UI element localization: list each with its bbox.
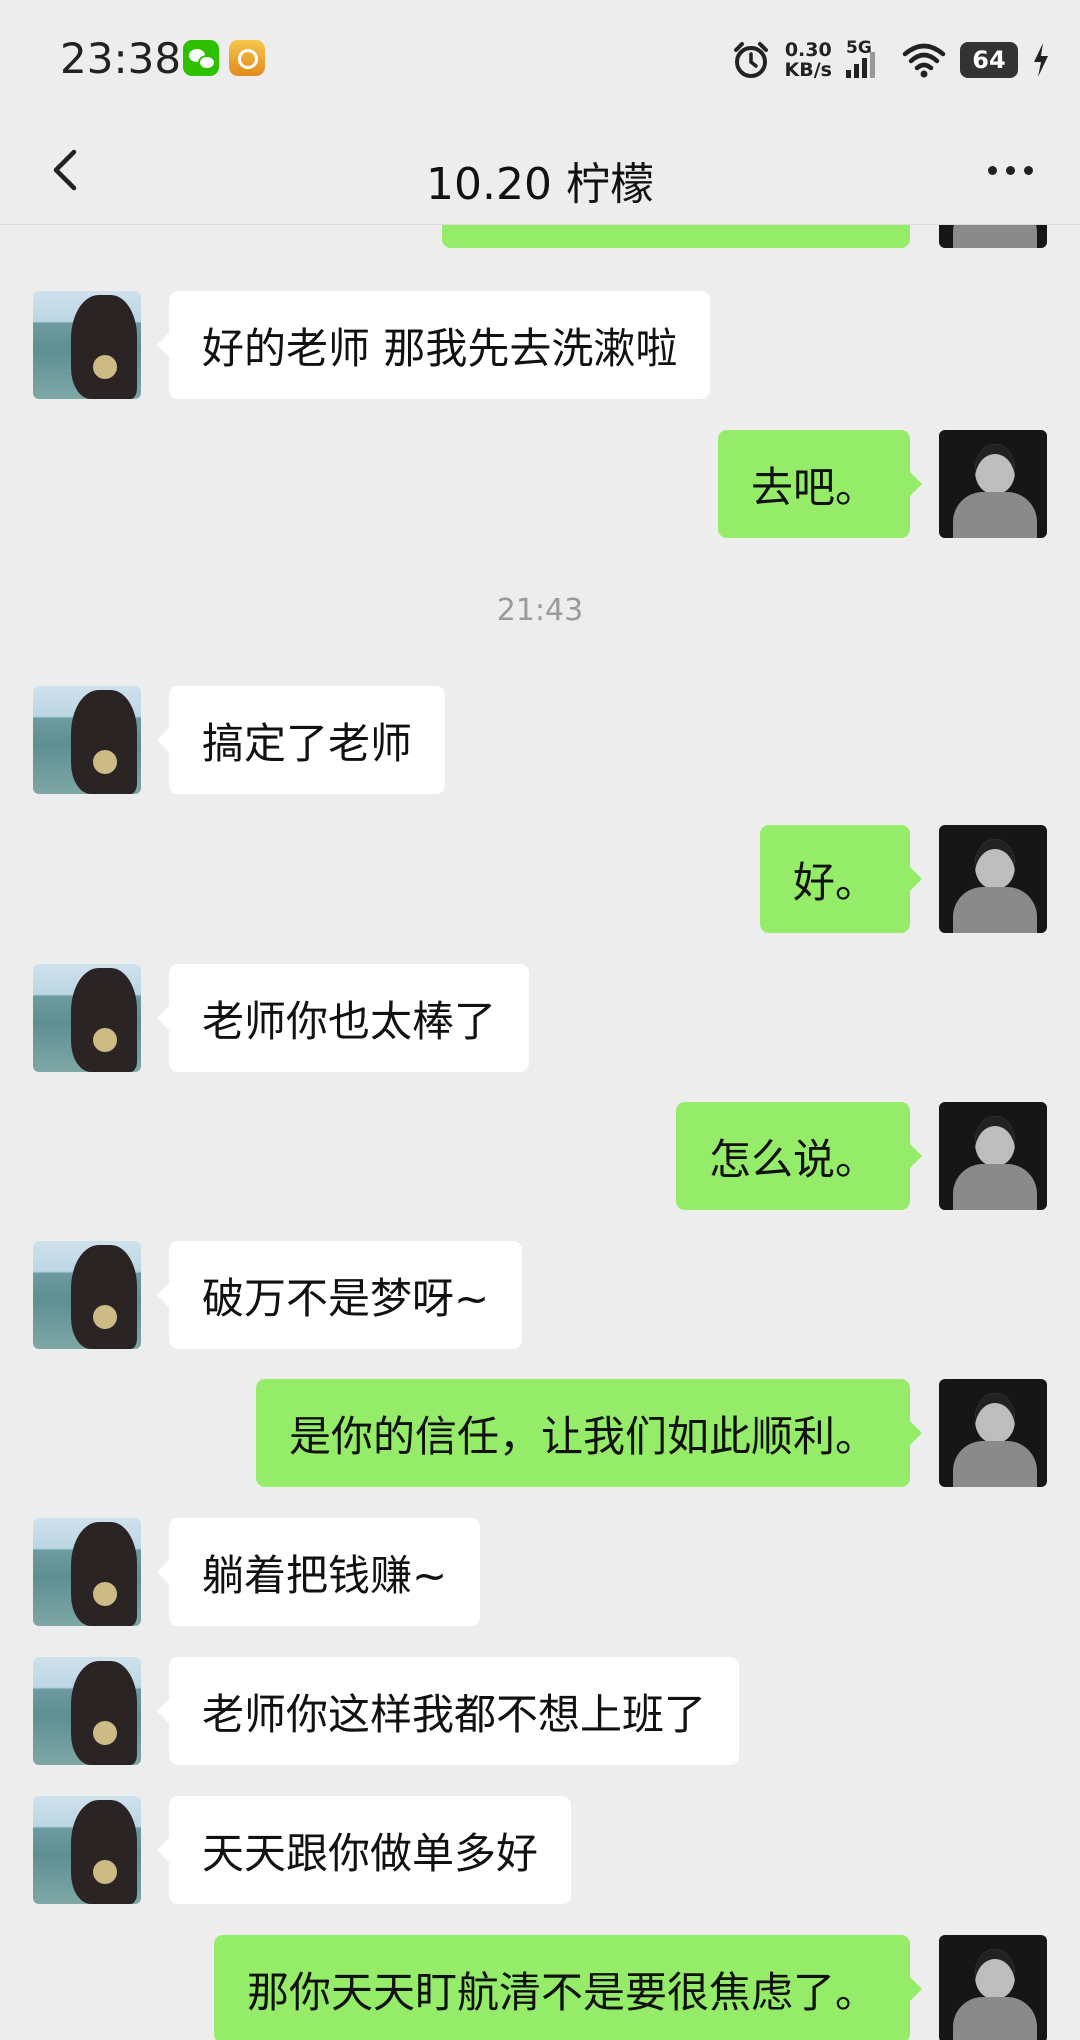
chat-title: 10.20 柠檬 [426,159,654,210]
contact-avatar[interactable] [33,291,141,399]
message-bubble-incoming[interactable]: 搞定了老师 [156,686,446,794]
more-button[interactable] [970,140,1050,200]
my-avatar[interactable] [939,825,1047,933]
more-dots-icon [987,165,1033,175]
contact-avatar[interactable] [33,1241,141,1349]
app-notification-icon [229,40,265,76]
alarm-icon [733,42,768,78]
message-bubble-outgoing[interactable]: 怎么说。 [675,1102,923,1210]
my-avatar[interactable] [939,430,1047,538]
net-speed-unit: KB/s [784,59,832,81]
net-speed-value: 0.30 [784,39,832,61]
message-timestamp: 21:43 [496,593,584,628]
message-bubble-incoming[interactable]: 破万不是梦呀~ [156,1241,523,1349]
wifi-icon [902,43,946,78]
my-avatar[interactable] [939,225,1047,248]
message-bubble-incoming[interactable]: 天天跟你做单多好 [156,1796,572,1904]
net-speed: 0.30 KB/s [785,40,832,80]
contact-avatar[interactable] [33,964,141,1072]
my-avatar[interactable] [939,1935,1047,2040]
contact-avatar[interactable] [33,1796,141,1904]
contact-avatar[interactable] [33,1657,141,1765]
my-avatar[interactable] [939,1379,1047,1487]
signal-icon: 5G [846,38,888,82]
contact-avatar[interactable] [33,686,141,794]
charging-icon [1034,43,1048,77]
chat-header: 10.20 柠檬 [0,120,1080,225]
message-bubble-outgoing[interactable]: 是你的信任，让我们如此顺利。 [255,1379,923,1487]
battery-level: 64 [972,46,1006,74]
my-avatar[interactable] [939,1102,1047,1210]
status-icons: 0.30 KB/s 5G 64 [731,34,1050,86]
status-bar: 23:38 0.30 KB/s 5G 64 [0,0,1080,120]
battery-icon: 64 [960,42,1018,78]
message-bubble-outgoing[interactable]: 去吧。 [717,430,923,538]
message-bubble-outgoing[interactable]: 那你天天盯航清不是要很焦虑了。 [213,1935,923,2040]
message-bubble-incoming[interactable]: 老师你也太棒了 [156,964,530,1072]
message-bubble-incoming[interactable]: 老师你这样我都不想上班了 [156,1657,740,1765]
message-list[interactable]: 好的老师 那我先去洗漱啦 去吧。 21:43 搞定了老师 好。 老师你也太棒了 … [0,225,1080,2040]
wechat-notification-icon [183,40,219,76]
message-bubble-incoming[interactable]: 好的老师 那我先去洗漱啦 [156,291,711,399]
status-time: 23:38 [60,34,182,83]
contact-avatar[interactable] [33,1518,141,1626]
message-bubble-incoming[interactable]: 躺着把钱赚~ [156,1518,481,1626]
message-bubble-partial[interactable] [442,225,910,248]
message-bubble-outgoing[interactable]: 好。 [759,825,923,933]
